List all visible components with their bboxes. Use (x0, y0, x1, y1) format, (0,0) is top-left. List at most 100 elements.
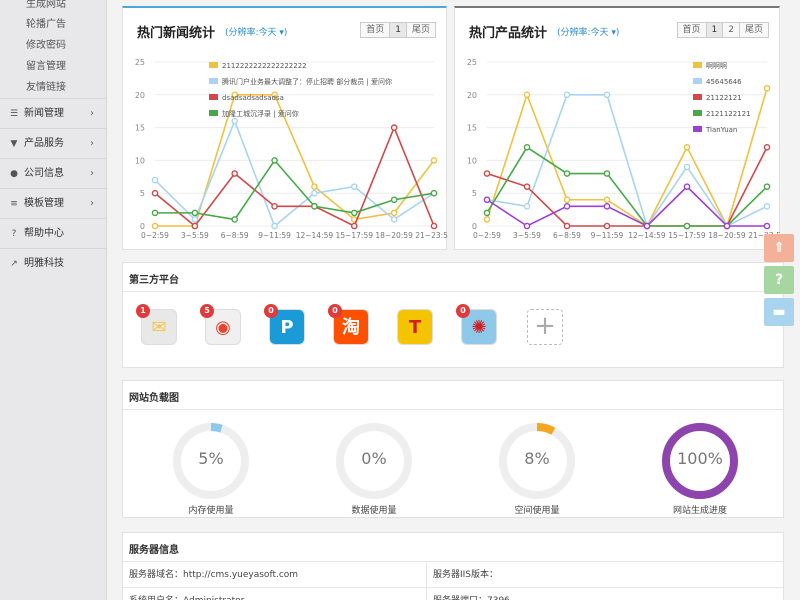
sidebar-nav-item[interactable]: ● 公司信息 › (0, 158, 106, 188)
help-icon: ? (11, 229, 17, 239)
sidebar-nav-item[interactable]: ▼ 产品服务 › (0, 128, 106, 158)
pager-first-button[interactable]: 首页 (360, 22, 391, 38)
data-point[interactable] (763, 143, 771, 151)
data-point[interactable] (723, 222, 731, 230)
data-point[interactable] (430, 189, 438, 197)
sidebar-nav-item[interactable]: ≡ 模板管理 › (0, 188, 106, 218)
sidebar-nav-item[interactable]: ↗ 明雅科技 (0, 248, 106, 278)
pinterest-app-icon[interactable]: P0 (264, 304, 305, 345)
data-point[interactable] (603, 222, 611, 230)
data-point[interactable] (390, 124, 398, 131)
legend-label: 啊啊啊 (706, 62, 727, 70)
data-point[interactable] (151, 176, 159, 184)
chevron-right-icon: › (90, 198, 94, 209)
add-app-button[interactable]: + (527, 309, 563, 345)
product-resolution-dropdown[interactable]: (分辨率:今天 ▾) (557, 25, 619, 38)
data-point[interactable] (563, 196, 571, 204)
data-point[interactable] (430, 222, 438, 230)
sidebar-nav-label: 帮助中心 (24, 228, 64, 239)
data-point[interactable] (763, 84, 771, 92)
data-point[interactable] (683, 143, 691, 151)
data-point[interactable] (763, 222, 771, 230)
data-point[interactable] (350, 222, 358, 230)
data-point[interactable] (523, 203, 531, 210)
x-tick-label: 3~5:59 (181, 231, 209, 240)
data-point[interactable] (271, 203, 278, 210)
product-pager: 首页 1 2 尾页 (676, 22, 769, 38)
data-point[interactable] (523, 183, 531, 190)
data-point[interactable] (563, 222, 571, 230)
data-point[interactable] (350, 209, 358, 217)
data-point[interactable] (563, 170, 571, 177)
data-point[interactable] (231, 170, 239, 177)
load-gauge: 8% 空间使用量 (497, 421, 577, 516)
gauge-value: 0% (361, 449, 387, 468)
data-point[interactable] (191, 222, 199, 230)
data-point[interactable] (523, 143, 531, 151)
data-point[interactable] (683, 183, 691, 190)
sidebar-sub-item[interactable]: 友情链接 (0, 77, 106, 98)
data-point[interactable] (603, 196, 611, 204)
data-point[interactable] (231, 216, 239, 223)
data-point[interactable] (643, 222, 651, 230)
data-point[interactable] (271, 157, 278, 164)
sidebar-nav-item[interactable]: ☰ 新闻管理 › (0, 98, 106, 128)
gauge-label: 网站生成进度 (672, 506, 727, 516)
sidebar-nav-item[interactable]: ? 帮助中心 (0, 218, 106, 248)
data-point[interactable] (231, 117, 239, 125)
server-info-title: 服务器信息 (129, 545, 179, 556)
data-point[interactable] (683, 163, 691, 171)
third-party-title: 第三方平台 (129, 275, 179, 286)
data-point[interactable] (271, 222, 278, 230)
data-point[interactable] (603, 203, 611, 210)
data-point[interactable] (763, 203, 771, 210)
data-point[interactable] (151, 222, 159, 230)
data-point[interactable] (603, 91, 611, 99)
data-point[interactable] (311, 183, 318, 190)
help-float-icon[interactable]: ? (764, 266, 794, 294)
pager-page-button[interactable]: 1 (389, 22, 407, 38)
data-point[interactable] (311, 203, 318, 210)
data-point[interactable] (350, 183, 358, 190)
data-point[interactable] (483, 209, 491, 217)
gauge-label: 空间使用量 (514, 506, 560, 516)
taobao-app-icon[interactable]: 淘0 (328, 304, 369, 345)
qq-weibo-app-icon[interactable]: ✺ 0 (456, 304, 497, 345)
data-point[interactable] (483, 196, 491, 204)
pager-first-button[interactable]: 首页 (676, 22, 707, 38)
sidebar-nav-label: 模板管理 (24, 198, 64, 209)
pager-last-button[interactable]: 尾页 (405, 22, 436, 38)
data-point[interactable] (523, 91, 531, 99)
data-point[interactable] (523, 222, 531, 230)
data-point[interactable] (311, 189, 318, 197)
data-point[interactable] (483, 170, 491, 177)
chat-float-icon[interactable]: ▬ (764, 298, 794, 326)
pager-last-button[interactable]: 尾页 (738, 22, 769, 38)
data-point[interactable] (563, 203, 571, 210)
data-point[interactable] (191, 216, 199, 223)
data-point[interactable] (563, 91, 571, 99)
data-point[interactable] (390, 216, 398, 223)
mail-app-icon[interactable]: ✉ 1 (136, 304, 177, 345)
pager-page-button[interactable]: 2 (722, 22, 740, 38)
weibo-app-icon[interactable]: ◉ 5 (200, 304, 241, 345)
data-point[interactable] (390, 196, 398, 204)
data-point[interactable] (390, 209, 398, 217)
sidebar-sub-item[interactable]: 留言管理 (0, 56, 106, 77)
pager-page-button[interactable]: 1 (705, 22, 724, 38)
data-point[interactable] (191, 209, 199, 217)
data-point[interactable] (151, 209, 159, 217)
data-point[interactable] (430, 157, 438, 164)
back-to-top-icon[interactable]: ⇑ (764, 234, 794, 262)
sidebar-sub-item[interactable]: 生成网站 (0, 0, 106, 14)
data-point[interactable] (483, 216, 491, 223)
data-point[interactable] (683, 222, 691, 230)
data-point[interactable] (603, 170, 611, 177)
main-content: 热门新闻统计 (分辨率:今天 ▾) 首页 1 尾页 0 5 10 15 20 25 0~2:59… (107, 0, 800, 600)
data-point[interactable] (763, 183, 771, 190)
sidebar-sub-item[interactable]: 轮播广告 (0, 14, 106, 35)
data-point[interactable] (151, 189, 159, 197)
t-app-icon[interactable]: T (397, 309, 433, 345)
sidebar-sub-item[interactable]: 修改密码 (0, 35, 106, 56)
news-resolution-dropdown[interactable]: (分辨率:今天 ▾) (225, 25, 287, 38)
